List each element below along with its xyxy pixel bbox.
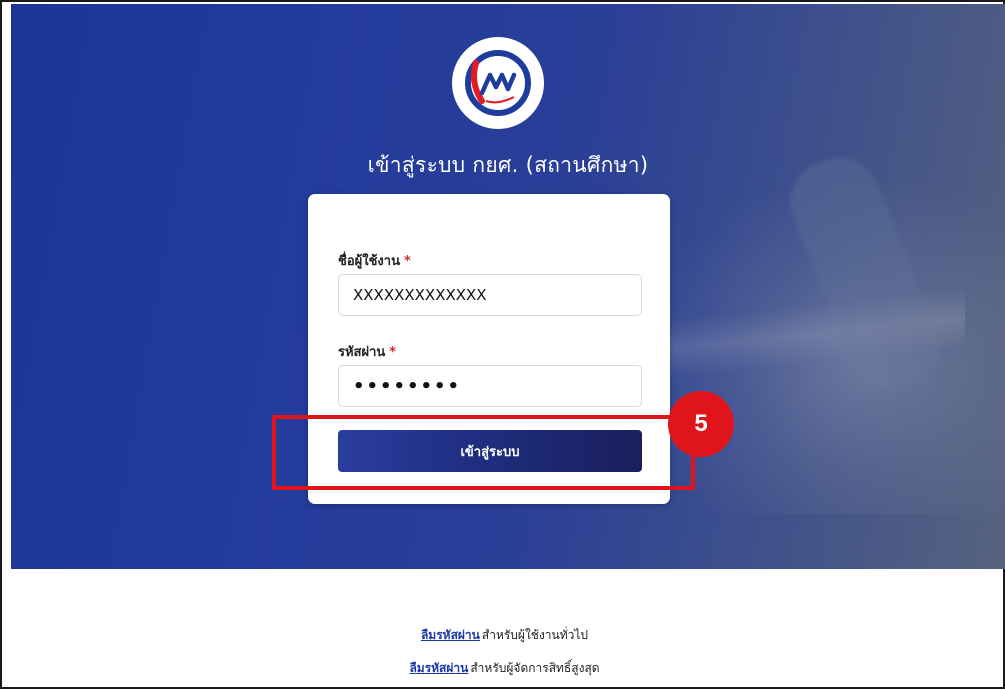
password-label-text: รหัสผ่าน xyxy=(338,345,386,360)
password-value: •••••••• xyxy=(353,375,462,397)
step-highlight-box xyxy=(272,415,695,490)
logo-mark xyxy=(465,50,531,116)
forgot-password-general: ลืมรหัสผ่าน สำหรับผู้ใช้งานทั่วไป xyxy=(2,626,1005,645)
username-value: XXXXXXXXXXXXX xyxy=(353,286,487,304)
page-frame: เข้าสู่ระบบ กยศ. (สถานศึกษา) ชื่อผู้ใช้ง… xyxy=(0,0,1005,689)
username-label: ชื่อผู้ใช้งาน * xyxy=(338,250,411,271)
username-input[interactable]: XXXXXXXXXXXXX xyxy=(338,274,642,316)
forgot-password-link-general[interactable]: ลืมรหัสผ่าน xyxy=(421,628,480,642)
required-mark: * xyxy=(389,345,397,360)
password-label: รหัสผ่าน * xyxy=(338,341,396,362)
username-label-text: ชื่อผู้ใช้งาน xyxy=(338,254,400,269)
required-mark: * xyxy=(403,254,411,269)
page-title: เข้าสู่ระบบ กยศ. (สถานศึกษา) xyxy=(367,153,649,177)
forgot-password-link-admin[interactable]: ลืมรหัสผ่าน xyxy=(409,661,468,675)
forgot-password-admin: ลืมรหัสผ่าน สำหรับผู้จัดการสิทธิ์สูงสุด xyxy=(2,659,1005,678)
gsl-fund-logo-icon xyxy=(452,37,544,129)
step-number-badge: 5 xyxy=(668,391,734,457)
forgot-password-general-suffix: สำหรับผู้ใช้งานทั่วไป xyxy=(481,628,589,642)
password-input[interactable]: •••••••• xyxy=(338,365,642,407)
forgot-password-admin-suffix: สำหรับผู้จัดการสิทธิ์สูงสุด xyxy=(470,661,600,675)
